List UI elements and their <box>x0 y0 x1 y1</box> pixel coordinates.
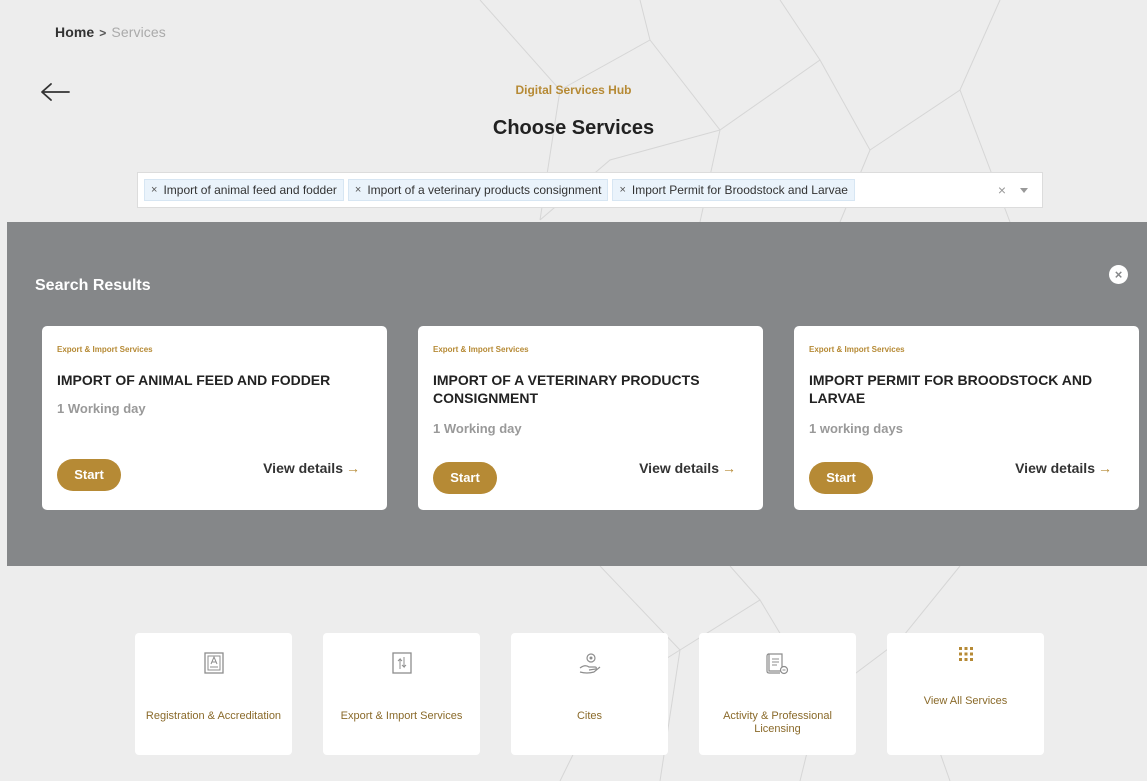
breadcrumb-separator: > <box>99 26 107 40</box>
start-button[interactable]: Start <box>809 462 873 494</box>
licensing-icon <box>699 651 856 677</box>
tile-label: View All Services <box>923 695 1008 707</box>
selected-chip: × Import Permit for Broodstock and Larva… <box>612 179 855 201</box>
breadcrumb: Home > Services <box>55 24 166 40</box>
search-results-title: Search Results <box>35 277 151 294</box>
tile-export-import[interactable]: Export & Import Services <box>323 633 480 755</box>
breadcrumb-current: Services <box>111 24 166 40</box>
card-category: Export & Import Services <box>433 345 529 354</box>
service-card: Export & Import Services IMPORT OF ANIMA… <box>42 326 387 510</box>
chip-remove-icon[interactable]: × <box>349 184 367 196</box>
card-duration: 1 working days <box>809 421 903 436</box>
tile-label: Registration & Accreditation <box>145 710 282 722</box>
chip-label: Import of a veterinary products consignm… <box>367 183 602 197</box>
chip-remove-icon[interactable]: × <box>145 184 163 196</box>
card-title: IMPORT OF ANIMAL FEED AND FODDER <box>57 372 331 388</box>
service-card: Export & Import Services IMPORT OF A VET… <box>418 326 763 510</box>
service-multiselect[interactable]: × Import of animal feed and fodder × Imp… <box>137 172 1043 208</box>
view-details-label: View details <box>1015 460 1095 476</box>
card-title: IMPORT OF A VETERINARY PRODUCTS CONSIGNM… <box>433 372 700 406</box>
tile-registration[interactable]: Registration & Accreditation <box>135 633 292 755</box>
view-details-link[interactable]: View details → <box>639 460 736 476</box>
grid-icon <box>887 647 1044 673</box>
arrow-right-icon: → <box>346 460 360 476</box>
page-title: Choose Services <box>492 117 655 139</box>
view-details-label: View details <box>263 460 343 476</box>
chip-label: Import Permit for Broodstock and Larvae <box>631 183 848 197</box>
tile-cites[interactable]: Cites <box>511 633 668 755</box>
tile-licensing[interactable]: Activity & Professional Licensing <box>699 633 856 755</box>
search-results-panel: Search Results × Export & Import Service… <box>7 222 1147 566</box>
card-title: IMPORT PERMIT FOR BROODSTOCK AND LARVAE <box>809 372 1093 406</box>
header-section: Home > Services Digital Services Hub Choos… <box>0 0 1147 222</box>
view-details-link[interactable]: View details → <box>1015 460 1112 476</box>
chip-label: Import of animal feed and fodder <box>163 183 337 197</box>
card-category: Export & Import Services <box>57 345 153 354</box>
hub-subtitle: Digital Services Hub <box>515 83 632 97</box>
tile-label: Export & Import Services <box>340 710 463 722</box>
view-details-label: View details <box>639 460 719 476</box>
service-card: Export & Import Services IMPORT PERMIT F… <box>794 326 1139 510</box>
category-tiles: Registration & Accreditation Export & Im… <box>0 566 1147 781</box>
view-details-link[interactable]: View details → <box>263 460 360 476</box>
tile-label: Activity & Professional Licensing <box>723 710 832 735</box>
start-button[interactable]: Start <box>57 459 121 491</box>
card-category: Export & Import Services <box>809 345 905 354</box>
arrow-right-icon: → <box>1098 460 1112 476</box>
chevron-down-icon[interactable] <box>1020 188 1028 193</box>
selected-chip: × Import of a veterinary products consig… <box>347 179 609 201</box>
close-icon[interactable]: × <box>1109 265 1128 284</box>
cites-icon <box>511 651 668 677</box>
clear-all-icon[interactable]: × <box>998 182 1006 198</box>
chip-remove-icon[interactable]: × <box>613 184 631 196</box>
selected-chip: × Import of animal feed and fodder <box>144 179 344 201</box>
export-import-icon <box>323 651 480 677</box>
tile-label: Cites <box>576 710 603 722</box>
registration-icon <box>135 651 292 677</box>
tile-view-all[interactable]: View All Services <box>887 633 1044 755</box>
card-duration: 1 Working day <box>57 401 146 416</box>
arrow-right-icon: → <box>722 460 736 476</box>
breadcrumb-home[interactable]: Home <box>55 24 94 40</box>
card-duration: 1 Working day <box>433 421 522 436</box>
start-button[interactable]: Start <box>433 462 497 494</box>
